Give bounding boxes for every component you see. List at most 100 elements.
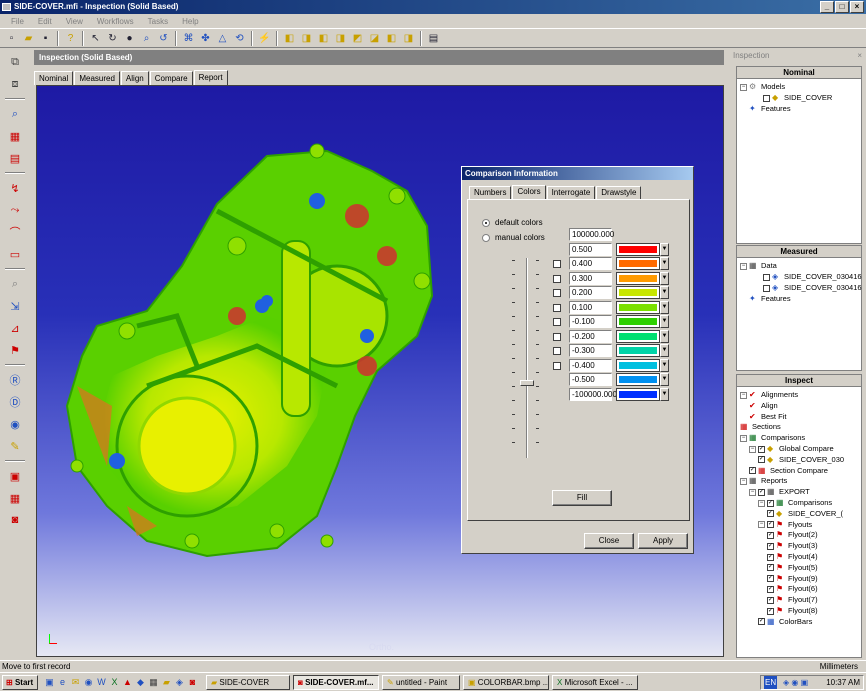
language-indicator[interactable]: EN — [764, 676, 778, 689]
color-swatch[interactable] — [616, 315, 660, 328]
inspect-tree-node[interactable]: − ▦ Reports — [740, 476, 787, 486]
threshold-value-input[interactable]: 0.500 — [569, 242, 612, 256]
color-swatch[interactable] — [616, 358, 660, 372]
inspect-tool-icon[interactable]: ⌕ — [4, 104, 26, 124]
zoom-tool-icon[interactable]: ▦ — [4, 126, 26, 146]
flag-tool-icon[interactable]: ⚑ — [4, 340, 26, 360]
probe-tool-icon[interactable]: ⤳ — [4, 200, 26, 220]
checkbox[interactable]: ✓ — [767, 542, 774, 550]
radio-dot[interactable] — [482, 218, 490, 227]
checkbox[interactable]: ✓ — [758, 445, 765, 453]
menu-help[interactable]: Help — [175, 17, 205, 26]
row-checkbox[interactable] — [553, 260, 561, 268]
threshold-value-input[interactable]: -0.300 — [569, 344, 612, 357]
checkbox[interactable]: ✓ — [767, 510, 774, 518]
menu-edit[interactable]: Edit — [31, 17, 59, 26]
expand-icon[interactable]: − — [749, 445, 756, 453]
color-dropdown-arrow-icon[interactable]: ▼ — [660, 344, 669, 357]
expand-icon[interactable]: − — [740, 83, 747, 91]
color-dropdown-arrow-icon[interactable]: ▼ — [660, 300, 669, 314]
checkbox[interactable]: ✓ — [767, 531, 774, 539]
threshold-value-input[interactable]: 0.100 — [569, 300, 612, 314]
media-icon[interactable]: ◉ — [83, 677, 94, 688]
inspect-tree-node[interactable]: ✓ ⚑ Flyout(3) — [767, 541, 818, 551]
color-dropdown-arrow-icon[interactable]: ▼ — [660, 271, 669, 285]
inspect-tree-node[interactable]: ✓ ⚑ Flyout(7) — [767, 595, 818, 605]
display-icon[interactable]: ▤ — [426, 31, 441, 46]
app-icon-7[interactable]: ▲ — [122, 677, 133, 688]
apply-button[interactable]: Apply — [638, 533, 688, 549]
zoom-icon[interactable]: ⌕ — [139, 31, 154, 46]
browser-icon[interactable]: e — [57, 677, 68, 688]
color-dropdown-arrow-icon[interactable]: ▼ — [660, 329, 669, 343]
row-checkbox[interactable] — [553, 318, 561, 326]
start-button[interactable]: ⊞ Start — [2, 674, 38, 690]
fit-icon[interactable]: ⌘ — [181, 31, 196, 46]
inspect-tree-node[interactable]: ✓ ⚑ Flyout(9) — [767, 574, 818, 584]
color-swatch[interactable] — [616, 257, 660, 270]
word-icon[interactable]: W — [96, 677, 107, 688]
excel-icon[interactable]: X — [109, 677, 120, 688]
dialog-tab-drawstyle[interactable]: Drawstyle — [596, 186, 642, 199]
minimize-button[interactable]: _ — [820, 1, 834, 13]
color-dropdown-arrow-icon[interactable]: ▼ — [660, 358, 669, 372]
save-icon[interactable]: ▪ — [38, 31, 53, 46]
row-checkbox[interactable] — [553, 347, 561, 355]
menu-workflows[interactable]: Workflows — [90, 17, 141, 26]
app-icon-8[interactable]: ◆ — [135, 677, 146, 688]
tab-measured[interactable]: Measured — [74, 71, 120, 85]
fill-button[interactable]: Fill — [552, 490, 612, 506]
stack-tool-icon[interactable]: ⧈ — [4, 74, 26, 94]
expand-icon[interactable]: − — [740, 477, 747, 485]
menu-tasks[interactable]: Tasks — [141, 17, 175, 26]
tree-node-models[interactable]: − ⚙ Models — [740, 82, 785, 92]
color-dropdown-arrow-icon[interactable]: ▼ — [660, 315, 669, 328]
app-icon-11[interactable]: ◈ — [174, 677, 185, 688]
help-icon[interactable]: ? — [63, 31, 78, 46]
side-panel-close-icon[interactable]: × — [857, 51, 862, 60]
tree-node-features[interactable]: ✦ Features — [749, 104, 791, 114]
color-swatch[interactable] — [616, 271, 660, 285]
select-all-icon[interactable]: ✤ — [198, 31, 213, 46]
task-side-cover-mfi[interactable]: ◙ SIDE-COVER.mf... — [293, 674, 379, 690]
checkbox[interactable] — [763, 273, 770, 281]
new-file-icon[interactable]: ▫ — [4, 31, 19, 46]
cube-iso2-icon[interactable]: ◨ — [401, 31, 416, 46]
sphere-icon[interactable]: ● — [122, 31, 137, 46]
threshold-value-input[interactable]: -0.100 — [569, 315, 612, 328]
inspect-tree-node[interactable]: − ✓ ◆ Global Compare — [749, 444, 834, 454]
palette-tool-icon[interactable]: ▣ — [4, 466, 26, 486]
inspect-tree-node[interactable]: − ✓ ▦ EXPORT — [749, 487, 810, 497]
color-dropdown-arrow-icon[interactable]: ▼ — [660, 373, 669, 386]
task-colorbar-bmp[interactable]: ▣ COLORBAR.bmp ... — [463, 674, 549, 690]
threshold-value-input[interactable]: -0.500 — [569, 373, 612, 386]
task-side-cover-folder[interactable]: ▰ SIDE-COVER — [206, 674, 290, 690]
cube-front-icon[interactable]: ◧ — [282, 31, 297, 46]
task-paint[interactable]: ✎ untitled - Paint — [382, 674, 460, 690]
measure-icon[interactable]: ⚡ — [257, 31, 272, 46]
row-checkbox[interactable] — [553, 361, 561, 370]
inspect-tree-node[interactable]: ▦ Sections — [740, 422, 781, 432]
pointer-icon[interactable]: ↖ — [88, 31, 103, 46]
cube-iso-icon[interactable]: ◧ — [384, 31, 399, 46]
expand-icon[interactable]: − — [758, 499, 765, 507]
gauge-tool-icon[interactable]: ⊿ — [4, 318, 26, 338]
threshold-value-input[interactable]: -0.200 — [569, 329, 612, 343]
desktop-icon[interactable]: ▣ — [44, 677, 55, 688]
threshold-value-input[interactable]: 0.200 — [569, 286, 612, 299]
expand-icon[interactable]: − — [749, 488, 756, 496]
inspect-tree-node[interactable]: ✔ Best Fit — [749, 412, 786, 422]
cube-back-icon[interactable]: ◨ — [299, 31, 314, 46]
open-folder-icon[interactable]: ▰ — [21, 31, 36, 46]
checkbox[interactable]: ✓ — [767, 499, 774, 507]
color-dropdown-arrow-icon[interactable]: ▼ — [660, 257, 669, 270]
cube-right-icon[interactable]: ◨ — [333, 31, 348, 46]
align-tool-icon[interactable]: ⧉ — [4, 52, 26, 72]
checkbox[interactable]: ✓ — [767, 607, 774, 615]
menu-file[interactable]: File — [4, 17, 31, 26]
inspect-tree-node[interactable]: − ✓ ▦ Comparisons — [758, 498, 832, 508]
checkbox[interactable]: ✓ — [758, 488, 765, 496]
radius-tool-icon[interactable]: Ⓡ — [4, 370, 26, 390]
spin-icon[interactable]: ⟲ — [232, 31, 247, 46]
measure-tool-icon[interactable]: ⇲ — [4, 296, 26, 316]
